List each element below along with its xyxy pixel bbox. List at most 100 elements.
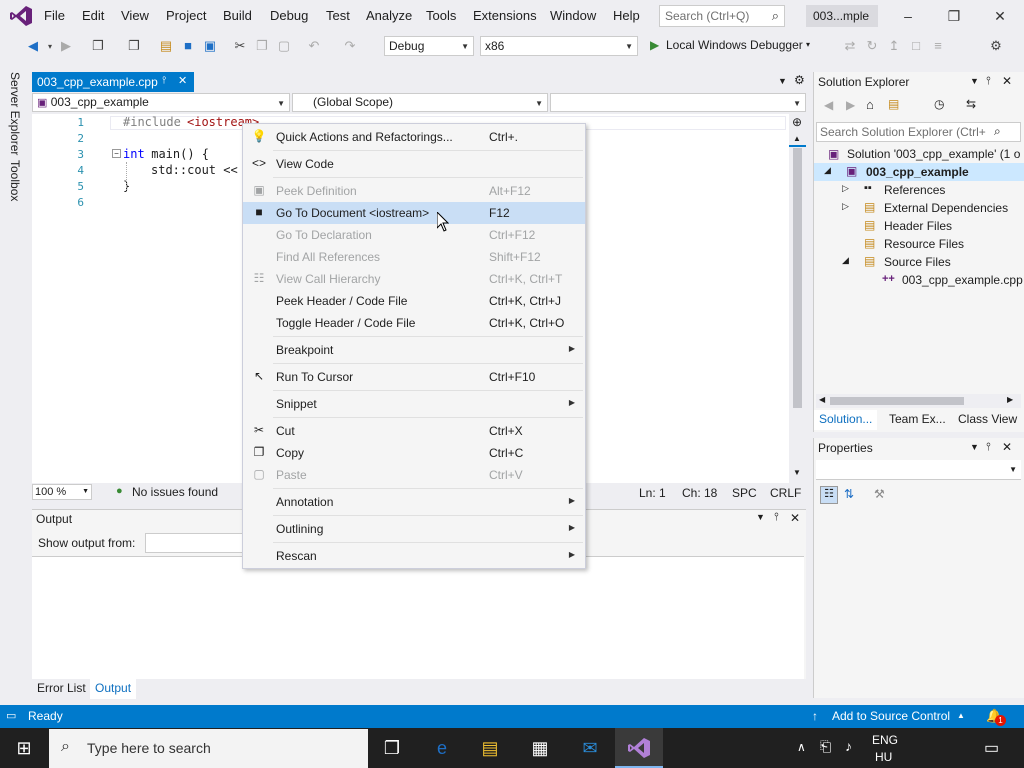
scroll-left-icon[interactable]: ◀ [819,395,825,404]
copy-toolbar-icon[interactable]: ❐ [254,38,270,54]
open-folder-icon[interactable]: ▤ [158,38,174,54]
menu-item-paste[interactable]: ▢ Paste Ctrl+V [243,464,585,486]
tab-dropdown-icon[interactable]: ▼ [778,76,787,86]
cut-toolbar-icon[interactable]: ✂ [232,38,248,54]
paste-toolbar-icon[interactable]: ▢ [276,38,292,54]
global-scope-select[interactable]: (Global Scope) ▼ [292,93,548,112]
menu-item-rescan[interactable]: Rescan ▶ [243,545,585,567]
tab-class-view[interactable]: Class View [958,412,1017,426]
platform-select[interactable]: x86 ▼ [480,36,638,56]
menu-item-peek-header[interactable]: Peek Header / Code File Ctrl+K, Ctrl+J [243,290,585,312]
menu-item-cut[interactable]: ✂ Cut Ctrl+X [243,420,585,442]
menu-item-peek-definition[interactable]: ▣ Peek Definition Alt+F12 [243,180,585,202]
project-scope-select[interactable]: ▣ 003_cpp_example ▼ [32,93,290,112]
config-select[interactable]: Debug ▼ [384,36,474,56]
editor-scrollbar[interactable]: ⊕ ▲ ▼ [789,114,806,483]
spacing-indicator[interactable]: SPC [732,486,757,500]
close-tab-icon[interactable]: ✕ [178,74,187,87]
back-dropdown-icon[interactable]: ▾ [42,42,58,51]
solution-search-input[interactable]: Search Solution Explorer (Ctrl+ [816,122,1021,142]
expand-arrow-icon[interactable]: ▷ [842,201,849,212]
add-to-source-control-button[interactable]: Add to Source Control [832,709,950,723]
menu-window[interactable]: Window [550,8,596,23]
search-input[interactable]: Search (Ctrl+Q) ⌕ [659,5,785,27]
alphabetical-icon[interactable]: ⇅ [844,487,854,501]
tab-solution-explorer[interactable]: Solution... [814,410,878,430]
taskbar-search-input[interactable]: ⌕ Type here to search [49,729,368,768]
forward-icon[interactable]: ▶ [846,98,855,112]
step-over-icon[interactable]: ↻ [864,38,880,54]
menu-analyze[interactable]: Analyze [366,8,412,23]
tab-003-cpp-example[interactable]: 003_cpp_example.cpp ⫯ ✕ [32,72,194,92]
add-item-icon[interactable]: ❐ [126,38,142,54]
tab-team-explorer[interactable]: Team Ex... [889,412,946,426]
step-icon[interactable]: ⇄ [842,38,858,54]
store-icon[interactable]: ▦ [516,728,564,768]
settings-gear-icon[interactable]: ⚙ [794,73,805,87]
new-project-icon[interactable]: ❐ [90,38,106,54]
visual-studio-taskbar-button[interactable] [615,728,663,768]
menu-item-go-to-declaration[interactable]: Go To Declaration Ctrl+F12 [243,224,585,246]
menu-item-go-to-document[interactable]: ■ Go To Document <iostream> F12 [243,202,585,224]
expand-arrow-icon[interactable]: ▷ [842,183,849,194]
menu-item-find-all-references[interactable]: Find All References Shift+F12 [243,246,585,268]
collapse-icon[interactable]: − [112,149,121,158]
output-source-select[interactable] [145,533,245,553]
menu-item-view-code[interactable]: <> View Code [243,153,585,175]
tray-chevron-icon[interactable]: ∧ [797,740,806,754]
pin-icon[interactable]: ⫯ [986,75,991,88]
menu-item-annotation[interactable]: Annotation ▶ [243,491,585,513]
scroll-up-icon[interactable]: ▲ [793,134,801,143]
expand-arrow-icon[interactable]: ◢ [842,255,849,266]
run-debugger-button[interactable]: Local Windows Debugger [666,38,803,52]
close-icon[interactable]: ✕ [990,8,1010,25]
live-share-icon[interactable]: ⚙ [988,38,1004,54]
pin-icon[interactable]: ⫯ [162,75,166,86]
tree-source-files[interactable]: Source Files [884,255,951,269]
menu-edit[interactable]: Edit [82,8,104,23]
output-text-area[interactable] [32,556,804,679]
save-icon[interactable]: ■ [180,38,196,53]
back-icon[interactable]: ◀ [824,98,833,112]
search-icon[interactable]: ⌕ [992,124,1003,139]
forward-icon[interactable]: ▶ [58,38,74,54]
menu-item-view-call-hierarchy[interactable]: ☷ View Call Hierarchy Ctrl+K, Ctrl+T [243,268,585,290]
file-explorer-icon[interactable]: ▤ [466,728,514,768]
menu-item-run-to-cursor[interactable]: ↖ Run To Cursor Ctrl+F10 [243,366,585,388]
horizontal-scrollbar[interactable]: ◀ ▶ [816,394,1021,408]
pin-icon[interactable]: ⫯ [774,511,779,524]
scroll-thumb[interactable] [830,397,964,405]
tab-error-list[interactable]: Error List [37,681,86,695]
restore-icon[interactable]: ❐ [944,8,964,25]
tab-output[interactable]: Output [90,679,137,699]
menu-tools[interactable]: Tools [426,8,456,23]
menu-file[interactable]: File [44,8,65,23]
run-dropdown-icon[interactable]: ▾ [806,40,810,49]
tree-resource-files[interactable]: Resource Files [884,237,964,251]
split-icon[interactable]: ⊕ [792,115,802,129]
menu-debug[interactable]: Debug [270,8,308,23]
action-center-icon[interactable]: ▭ [984,738,999,758]
bookmark-icon[interactable]: □ [908,38,924,53]
server-explorer-tab[interactable]: Server Explorer [8,72,22,155]
close-icon[interactable]: ✕ [1002,440,1012,454]
menu-item-quick-actions[interactable]: 💡 Quick Actions and Refactorings... Ctrl… [243,126,585,148]
menu-item-breakpoint[interactable]: Breakpoint ▶ [243,339,585,361]
tree-references[interactable]: References [884,183,945,197]
close-icon[interactable]: ✕ [790,511,800,525]
property-pages-icon[interactable]: ⚒ [874,487,885,501]
tree-cpp-file[interactable]: 003_cpp_example.cpp [902,273,1023,287]
panel-dropdown-icon[interactable]: ▼ [756,512,765,522]
panel-dropdown-icon[interactable]: ▼ [970,442,979,452]
menu-help[interactable]: Help [613,8,640,23]
menu-item-outlining[interactable]: Outlining ▶ [243,518,585,540]
home-icon[interactable]: ⌂ [866,97,874,112]
minimize-icon[interactable]: – [898,8,918,24]
scroll-thumb[interactable] [793,148,802,408]
close-icon[interactable]: ✕ [1002,74,1012,88]
scroll-down-icon[interactable]: ▼ [793,468,801,477]
task-view-icon[interactable]: ❐ [368,728,416,768]
menu-test[interactable]: Test [326,8,350,23]
tree-project[interactable]: 003_cpp_example [866,165,969,179]
undo-icon[interactable]: ↶ [306,38,322,54]
